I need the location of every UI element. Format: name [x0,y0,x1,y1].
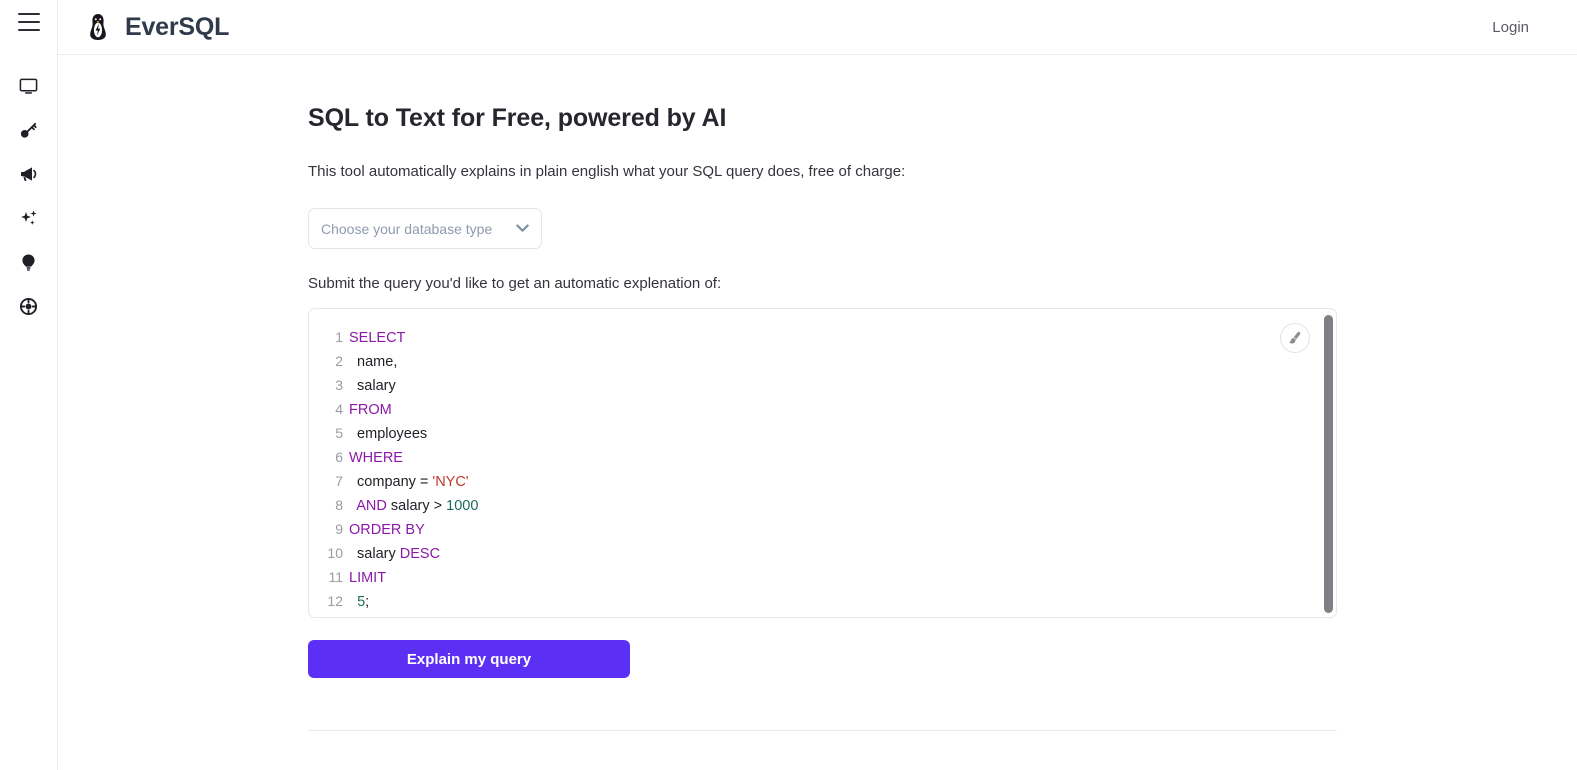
sql-token: FROM [349,402,392,418]
monitor-icon [19,77,38,96]
sql-line-number: 12 [327,593,343,609]
sql-code-line: 10 salary DESC [309,541,1336,565]
sidebar-item-ai-tools[interactable] [9,196,49,240]
sidebar-item-announcements[interactable] [9,152,49,196]
editor-scrollbar[interactable] [1324,315,1333,613]
sql-token: 'NYC' [432,474,469,490]
sql-line-number: 4 [335,401,343,417]
sidebar-icon-list [9,64,49,328]
sql-code-line: 12 5; [309,589,1336,613]
sql-line-text: FROM [349,398,392,422]
hamburger-menu-icon[interactable] [17,13,40,31]
sql-token: LIMIT [349,570,387,586]
top-header: EverSQL Login [58,0,1577,55]
sql-token: salary [349,546,400,562]
database-type-select[interactable]: Choose your database type [308,208,542,249]
database-type-select-wrapper: Choose your database type [308,208,542,249]
sql-token: SELECT [349,330,406,346]
sql-line-text: 5; [349,590,369,614]
page-description: This tool automatically explains in plai… [308,163,906,180]
key-icon [19,121,38,140]
sql-token: 1000 [446,498,479,514]
sql-code-line: 9 ORDER BY [309,517,1336,541]
sql-token: ORDER BY [349,522,425,538]
sql-code-line: 1 SELECT [309,325,1336,349]
sql-token: DESC [399,546,441,562]
sql-token: salary > [386,498,447,514]
sql-line-text: company = 'NYC' [349,470,469,494]
sql-token: name, [349,354,398,370]
sql-token: AND [356,498,387,514]
sql-line-number: 10 [327,545,343,561]
section-divider [308,730,1337,731]
hamburger-bar [17,21,40,23]
sidebar-item-insights[interactable] [9,240,49,284]
sql-line-text: AND salary > 1000 [349,494,478,518]
sql-code-line: 2 name, [309,349,1336,373]
sql-line-text: name, [349,350,397,374]
sql-line-text: SELECT [349,326,405,350]
sql-line-text: WHERE [349,446,403,470]
sidebar-item-dashboard[interactable] [9,64,49,108]
sql-code-line: 6 WHERE [309,445,1336,469]
explain-query-button[interactable]: Explain my query [308,640,630,678]
sql-line-number: 9 [335,521,343,537]
sql-line-number: 11 [328,569,343,585]
sql-line-number: 5 [335,425,343,441]
sql-code-area[interactable]: 1 SELECT 2 name, 3 salary 4 FROM 5 employees 6 W… [309,325,1336,613]
paintbrush-icon[interactable] [1280,323,1310,353]
sql-line-text: ORDER BY [349,518,425,542]
lightbulb-icon [19,253,38,272]
brand-name: EverSQL [125,12,230,41]
main-content: SQL to Text for Free, powered by AI This… [58,56,1577,770]
sql-line-text: salary [349,374,396,398]
editor-instructions: Submit the query you'd like to get an au… [308,275,722,292]
sql-code-line: 11 LIMIT [309,565,1336,589]
sql-token: employees [349,426,428,442]
sidebar-item-support[interactable] [9,284,49,328]
sql-line-number: 6 [335,449,343,465]
sql-token: 5 [357,594,366,610]
page-title: SQL to Text for Free, powered by AI [308,104,727,132]
sql-line-number: 2 [335,353,343,369]
sql-line-number: 8 [335,497,343,513]
megaphone-icon [19,164,39,184]
sql-line-text: salary DESC [349,542,440,566]
sparkles-icon [19,208,39,228]
sql-token: company = [349,474,433,490]
sql-code-line: 5 employees [309,421,1336,445]
sql-line-number: 3 [335,377,343,393]
login-link[interactable]: Login [1492,19,1529,36]
sql-line-number: 1 [335,329,343,345]
hamburger-bar [17,13,40,15]
sql-token: ; [365,594,370,610]
sidebar-rail [0,0,58,770]
hamburger-bar [17,29,40,31]
sql-token: salary [349,378,396,394]
sql-editor[interactable]: 1 SELECT 2 name, 3 salary 4 FROM 5 employees 6 W… [308,308,1337,618]
sql-line-number: 7 [335,473,343,489]
sql-code-line: 3 salary [309,373,1336,397]
content-column: SQL to Text for Free, powered by AI This… [308,56,1538,731]
sql-line-text: employees [349,422,427,446]
sql-code-line: 7 company = 'NYC' [309,469,1336,493]
sql-token: WHERE [349,450,403,466]
penguin-logo-icon [85,12,111,42]
brand-logo[interactable]: EverSQL [85,12,229,42]
lifebuoy-icon [19,297,38,316]
sql-code-line: 8 AND salary > 1000 [309,493,1336,517]
sql-code-line: 4 FROM [309,397,1336,421]
sidebar-item-access-keys[interactable] [9,108,49,152]
sql-line-text: LIMIT [349,566,386,590]
